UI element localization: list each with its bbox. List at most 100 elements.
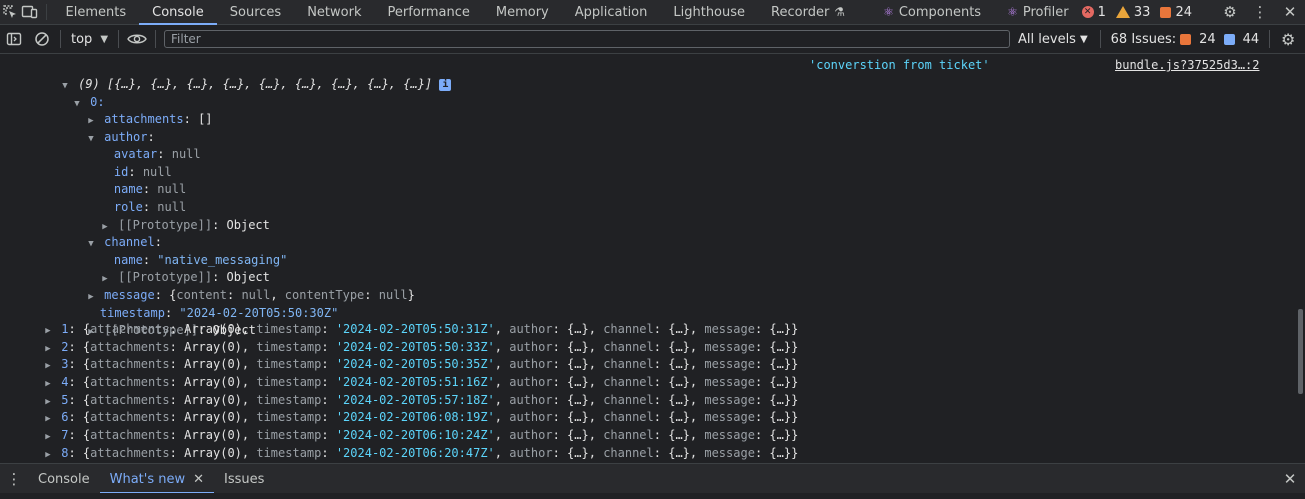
tree-node-attachments[interactable]: ▶ attachments: [] xyxy=(56,92,212,126)
console-scrollbar[interactable] xyxy=(1296,54,1305,462)
prop-key: author xyxy=(509,357,553,371)
tab-components[interactable]: ⚛ Components xyxy=(870,0,994,24)
prop-key: message xyxy=(704,375,755,389)
tree-node-row[interactable]: ▶ 1: {attachments: Array(0), timestamp: … xyxy=(42,320,798,338)
info-icon[interactable]: i xyxy=(439,78,452,91)
tree-node-message[interactable]: ▶ message: {content: null, contentType: … xyxy=(56,268,415,302)
react-icon: ⚛ xyxy=(883,5,894,19)
tree-node-row[interactable]: ▶ 6: {attachments: Array(0), timestamp: … xyxy=(42,408,798,426)
tree-node-channel[interactable]: ▼ channel: xyxy=(56,215,162,249)
prop-value: {…} xyxy=(769,446,792,460)
tab-lighthouse[interactable]: Lighthouse xyxy=(660,0,758,24)
prop-value: {…} xyxy=(567,428,589,442)
console-settings-gear-icon[interactable]: ⚙ xyxy=(1274,25,1302,53)
prop-key: author xyxy=(509,410,553,424)
tab-profiler[interactable]: ⚛ Profiler xyxy=(994,0,1082,24)
tab-elements[interactable]: Elements xyxy=(53,0,140,24)
log-levels-dropdown[interactable]: All levels ▼ xyxy=(1010,32,1096,47)
issue-count-value: 24 xyxy=(1175,4,1192,20)
sidebar-toggle-icon[interactable] xyxy=(0,25,28,53)
warning-count[interactable]: 33 xyxy=(1115,5,1150,20)
prop-value: Array(0) xyxy=(184,340,242,354)
prop-value: Array(0) xyxy=(184,428,242,442)
prop-key: attachments xyxy=(90,393,170,407)
prop-value: {…} xyxy=(769,322,792,336)
prop-value: Array(0) xyxy=(184,322,242,336)
drawer-tab-console[interactable]: Console xyxy=(28,464,100,494)
tab-sources[interactable]: Sources xyxy=(217,0,294,24)
drawer-menu-icon[interactable]: ⋮ xyxy=(0,467,28,491)
tab-label: Application xyxy=(574,4,648,20)
react-icon: ⚛ xyxy=(1007,5,1018,19)
prop-key: author xyxy=(509,393,553,407)
close-devtools-icon[interactable]: ✕ xyxy=(1275,0,1305,24)
expand-arrow-icon[interactable]: ▶ xyxy=(42,446,54,462)
issues-counter[interactable]: 68 Issues: 24 44 xyxy=(1105,32,1266,47)
drawer-tab-issues[interactable]: Issues xyxy=(214,464,274,494)
tab-recorder[interactable]: Recorder ⚗ xyxy=(758,0,858,24)
tree-node-row[interactable]: ▶ 7: {attachments: Array(0), timestamp: … xyxy=(42,426,798,444)
tab-label: Console xyxy=(38,471,90,487)
prop-value: {…} xyxy=(668,428,690,442)
tree-node-row[interactable]: ▶ 4: {attachments: Array(0), timestamp: … xyxy=(42,373,798,391)
brace: } xyxy=(407,288,415,302)
inspect-element-icon[interactable] xyxy=(0,0,20,24)
prop-key: channel xyxy=(603,340,654,354)
log-entry[interactable]: ▼ (9) [{…}, {…}, {…}, {…}, {…}, {…}, {…}… xyxy=(30,57,452,91)
tree-node-row[interactable]: ▶ 3: {attachments: Array(0), timestamp: … xyxy=(42,355,798,373)
prop-key: message xyxy=(704,340,755,354)
tree-node-prototype[interactable]: ▶ [[Prototype]]: Object xyxy=(56,303,256,337)
prop-value: {…} xyxy=(769,428,792,442)
flask-icon: ⚗ xyxy=(834,5,846,19)
tab-console[interactable]: Console xyxy=(139,0,217,25)
tab-label: Recorder xyxy=(771,4,830,20)
caret-down-icon: ▼ xyxy=(100,33,109,45)
timestamp-value: '2024-02-20T05:57:18Z' xyxy=(335,393,495,407)
prop-value: null xyxy=(171,147,201,161)
clear-console-icon[interactable] xyxy=(28,25,56,53)
prop-key: channel xyxy=(603,357,654,371)
source-link[interactable]: bundle.js?37525d3…:2 xyxy=(1115,58,1260,72)
prop-value: {…} xyxy=(668,357,690,371)
prop-value: {…} xyxy=(567,375,589,389)
prop-key: attachments xyxy=(90,322,170,336)
prop-key: timestamp xyxy=(256,357,322,371)
tree-node-prototype[interactable]: ▶ [[Prototype]]: Object xyxy=(70,250,270,284)
tab-label: Memory xyxy=(495,4,549,20)
tab-label: Elements xyxy=(65,4,127,20)
prop-value: Array(0) xyxy=(184,393,242,407)
device-toolbar-icon[interactable] xyxy=(20,0,40,24)
tab-label: Console xyxy=(152,4,204,20)
more-options-icon[interactable]: ⋮ xyxy=(1245,0,1275,24)
prop-value: {…} xyxy=(668,393,690,407)
log-message: 'converstion from ticket' xyxy=(809,58,990,72)
close-tab-icon[interactable]: ✕ xyxy=(193,472,204,487)
tree-node-row[interactable]: ▶ 8: {attachments: Array(0), timestamp: … xyxy=(42,444,798,462)
live-expression-eye-icon[interactable] xyxy=(123,25,151,53)
prop-key: author xyxy=(509,446,553,460)
tree-node-prototype[interactable]: ▶ [[Prototype]]: Object xyxy=(70,198,270,232)
prop-key: attachments xyxy=(90,428,170,442)
tab-performance[interactable]: Performance xyxy=(374,0,482,24)
issue-count[interactable]: 24 xyxy=(1160,5,1192,20)
settings-gear-icon[interactable]: ⚙ xyxy=(1215,0,1245,24)
tab-label: Issues xyxy=(224,471,265,487)
filter-input[interactable] xyxy=(164,30,1011,48)
tab-label: Performance xyxy=(387,4,470,20)
tab-network[interactable]: Network xyxy=(294,0,374,24)
drawer-tabbar: ⋮ Console What's new ✕ Issues ✕ xyxy=(0,463,1305,494)
prop-value: Array(0) xyxy=(184,410,242,424)
tree-node-row[interactable]: ▶ 5: {attachments: Array(0), timestamp: … xyxy=(42,391,798,409)
tab-application[interactable]: Application xyxy=(562,0,661,24)
tab-memory[interactable]: Memory xyxy=(483,0,562,24)
drawer-tab-whats-new[interactable]: What's new ✕ xyxy=(99,464,215,494)
close-drawer-icon[interactable]: ✕ xyxy=(1275,467,1305,491)
context-selector[interactable]: top ▼ xyxy=(65,32,114,47)
tree-node-author[interactable]: ▼ author: xyxy=(56,110,155,144)
tree-node-row[interactable]: ▶ 2: {attachments: Array(0), timestamp: … xyxy=(42,338,798,356)
tree-node-0[interactable]: ▼ 0: xyxy=(42,75,104,109)
prop-key: author xyxy=(509,428,553,442)
error-count[interactable]: ✕ 1 xyxy=(1081,5,1106,20)
log-levels-value: All levels xyxy=(1018,31,1076,47)
scrollbar-thumb[interactable] xyxy=(1298,309,1303,394)
